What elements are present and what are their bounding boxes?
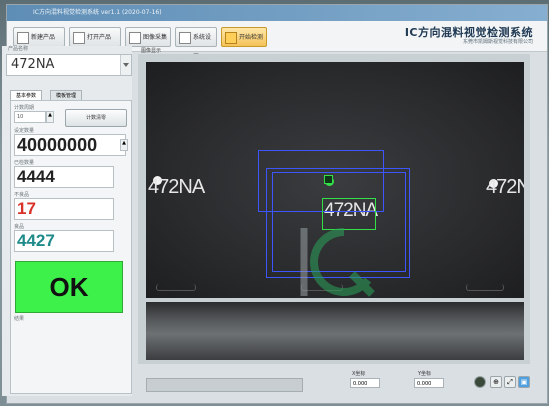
count-cycle-label: 计数周期 — [14, 105, 35, 111]
chip-lead-right — [466, 284, 504, 291]
y-coord-label: Y坐标 — [418, 371, 432, 377]
good-count-label: 良品 — [14, 224, 25, 230]
result-label: 结果 — [14, 316, 25, 322]
preset-count-label: 设定数量 — [14, 128, 35, 134]
product-name-label: 产品名称 — [8, 46, 29, 52]
result-indicator: OK — [15, 261, 123, 313]
y-coord-value: 0.000 — [414, 378, 444, 388]
basic-params-panel: 计数周期 10 ▲ 计数清零 设定数量 40000000 ▲ 已检数量 4444… — [10, 100, 132, 394]
camera-icon — [129, 32, 141, 44]
count-cycle-stepper[interactable]: ▲ — [46, 111, 54, 123]
x-coord-value: 0.000 — [350, 378, 380, 388]
new-product-label: 新建产品 — [31, 34, 56, 41]
settings-icon — [179, 32, 191, 44]
watermark-logo — [300, 228, 375, 297]
monitor-icon[interactable]: ▣ — [518, 376, 530, 388]
ng-count-value: 17 — [14, 198, 114, 220]
new-icon — [17, 32, 29, 44]
status-led-icon — [474, 376, 486, 388]
chip-marking-right: 472NA — [486, 176, 524, 198]
camera-view[interactable]: 472NA 472NA 472NA — [146, 62, 524, 298]
status-progress-bar — [146, 378, 303, 392]
image-capture-button[interactable]: 图像采集 — [125, 27, 171, 47]
company-name: 东莞市凯姆斯视觉科技有限公司 — [462, 39, 533, 45]
chip-lead-left — [156, 284, 196, 291]
open-product-button[interactable]: 打开产品 — [69, 27, 121, 47]
chip-marking-left: 472NA — [148, 176, 205, 198]
start-detect-button[interactable]: 开始检测 — [221, 27, 267, 47]
preset-count-stepper[interactable]: ▲ — [120, 139, 128, 151]
image-capture-label: 图像采集 — [143, 34, 168, 41]
image-strip-view — [146, 302, 524, 360]
ng-count-label: 不良品 — [14, 192, 30, 198]
inspected-count-label: 已检数量 — [14, 160, 35, 166]
good-count-value: 4427 — [14, 230, 114, 252]
preset-count-value: 40000000 — [14, 134, 126, 156]
count-cycle-input[interactable]: 10 — [14, 111, 46, 123]
left-panel: 产品名称 472NA 基本参数 模板管理 计数周期 10 ▲ 计数清零 设定数量… — [2, 46, 132, 396]
fit-icon[interactable]: ⤢ — [504, 376, 516, 388]
start-detect-label: 开始检测 — [239, 34, 264, 41]
title-bar: IC方向混料视觉检测系统 ver1.1 (2020-07-16) — [7, 5, 547, 21]
inspected-count-value: 4444 — [14, 166, 114, 188]
open-icon — [73, 32, 85, 44]
zoom-icon[interactable]: ⊕ — [490, 376, 502, 388]
chevron-down-icon[interactable] — [120, 55, 131, 75]
system-settings-button[interactable]: 系统设置 — [175, 27, 217, 61]
window-title: IC方向混料视觉检测系统 ver1.1 (2020-07-16) — [33, 9, 162, 16]
open-product-label: 打开产品 — [87, 34, 112, 41]
new-product-button[interactable]: 新建产品 — [13, 27, 65, 47]
start-icon — [225, 32, 237, 44]
product-select[interactable]: 472NA — [6, 54, 132, 76]
pin1-match-marker — [324, 175, 333, 184]
count-reset-button[interactable]: 计数清零 — [65, 109, 127, 127]
image-display-label: 图像显示 — [141, 48, 162, 54]
x-coord-label: X坐标 — [352, 371, 366, 377]
product-name-value: 472NA — [11, 57, 55, 72]
